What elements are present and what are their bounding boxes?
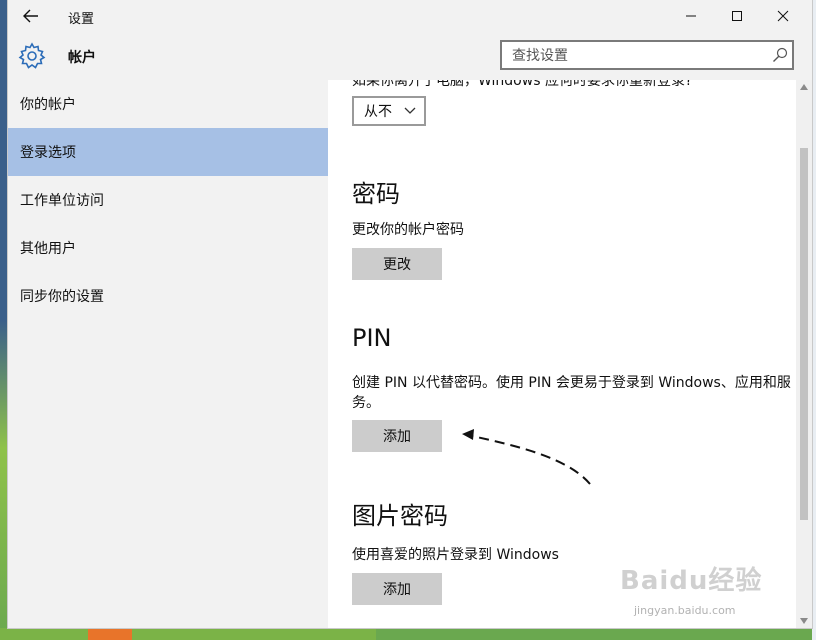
search-icon[interactable] <box>772 47 788 63</box>
back-arrow-icon <box>23 9 38 23</box>
baidu-watermark: Baidu经验 jingyan.baidu.com <box>620 560 790 620</box>
close-button[interactable] <box>760 2 806 30</box>
sidebar-item-your-account[interactable]: 你的帐户 <box>8 80 328 128</box>
dropdown-selected-value: 从不 <box>364 104 392 120</box>
sidebar-item-sign-in-options[interactable]: 登录选项 <box>8 128 328 176</box>
sidebar: 你的帐户 登录选项 工作单位访问 其他用户 同步你的设置 <box>8 80 328 628</box>
sidebar-item-label: 其他用户 <box>20 241 76 257</box>
sidebar-item-work-access[interactable]: 工作单位访问 <box>8 176 328 224</box>
add-pin-button[interactable]: 添加 <box>352 420 442 452</box>
annotation-arrow-icon <box>462 429 591 485</box>
add-picture-password-button[interactable]: 添加 <box>352 573 442 605</box>
sidebar-item-sync-settings[interactable]: 同步你的设置 <box>8 272 328 320</box>
maximize-button[interactable] <box>714 2 760 30</box>
close-icon <box>777 10 789 22</box>
scroll-up-icon[interactable] <box>800 84 808 90</box>
pin-section-description: 创建 PIN 以代替密码。使用 PIN 会更易于登录到 Windows、应用和服… <box>352 375 791 411</box>
content-scrollbar[interactable] <box>796 80 812 628</box>
page-title: 帐户 <box>68 50 96 66</box>
desktop-background-left <box>0 0 8 640</box>
require-signin-dropdown[interactable]: 从不 <box>352 96 426 126</box>
maximize-icon <box>732 11 742 21</box>
pin-section-title: PIN <box>352 324 392 352</box>
minimize-icon <box>686 15 696 17</box>
password-section-title: 密码 <box>352 180 400 208</box>
scroll-down-icon[interactable] <box>800 618 808 624</box>
search-box[interactable] <box>500 40 794 70</box>
content-pane: 如果你离开了电脑，Windows 应何时要求你重新登录? 从不 密码 更改你的帐… <box>328 80 796 628</box>
require-signin-description: 如果你离开了电脑，Windows 应何时要求你重新登录? <box>352 80 693 89</box>
gear-icon <box>18 42 46 69</box>
back-button[interactable] <box>18 4 44 28</box>
picture-password-section-title: 图片密码 <box>352 502 448 530</box>
minimize-button[interactable] <box>668 2 714 30</box>
sidebar-item-label: 工作单位访问 <box>20 193 104 209</box>
sidebar-item-other-users[interactable]: 其他用户 <box>8 224 328 272</box>
page-header: 帐户 <box>8 32 812 80</box>
scrollbar-thumb[interactable] <box>800 148 808 520</box>
taskbar-app-fragment <box>88 628 132 640</box>
chevron-down-icon <box>404 107 416 114</box>
watermark-url: jingyan.baidu.com <box>634 604 736 617</box>
sidebar-item-label: 你的帐户 <box>20 97 76 113</box>
sidebar-item-label: 同步你的设置 <box>20 289 104 305</box>
desktop-taskbar-fragment <box>0 628 376 640</box>
desktop-background-right <box>812 0 816 640</box>
password-section-description: 更改你的帐户密码 <box>352 222 464 238</box>
window-title: 设置 <box>68 12 95 27</box>
sidebar-item-label: 登录选项 <box>20 145 76 161</box>
title-bar: 设置 <box>8 0 812 32</box>
watermark-logo-text: Baidu经验 <box>620 566 763 596</box>
change-password-button[interactable]: 更改 <box>352 248 442 280</box>
settings-window: 设置 帐户 你的帐户 登录 <box>8 0 812 628</box>
search-input[interactable] <box>510 45 764 67</box>
